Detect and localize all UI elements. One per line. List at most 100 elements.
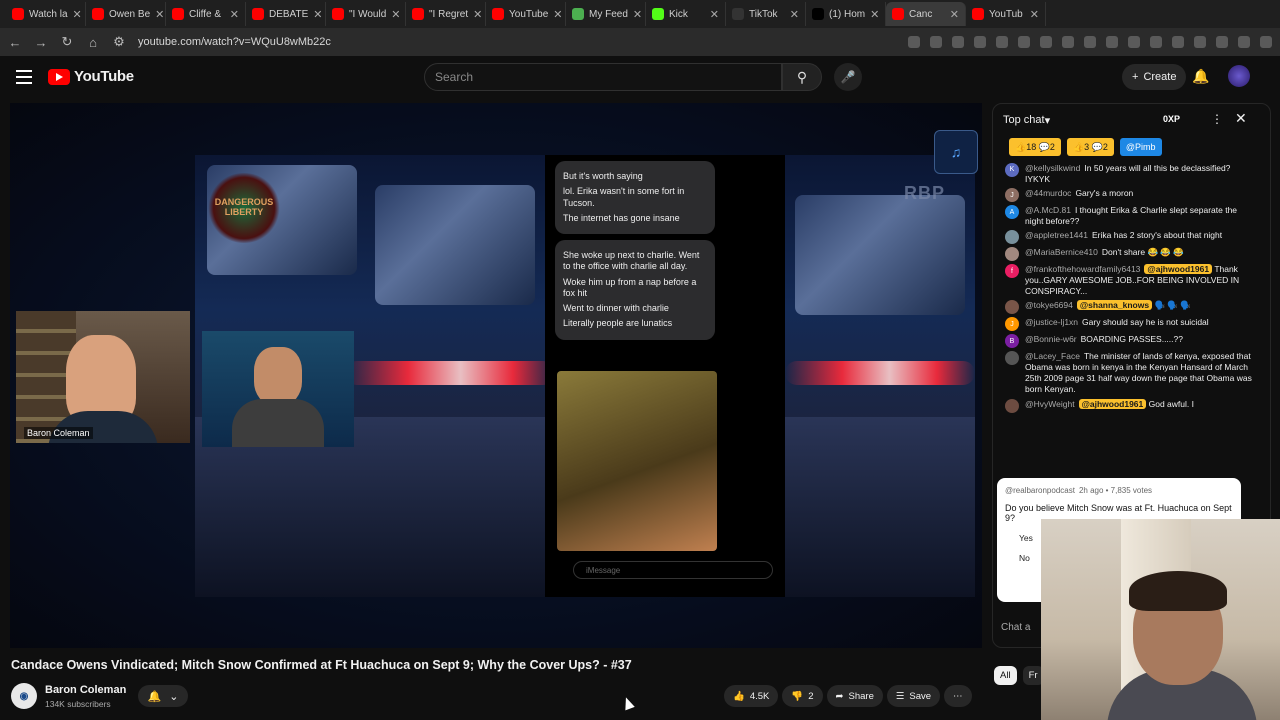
- chat-input[interactable]: Chat a: [1001, 622, 1030, 633]
- pinned-chip[interactable]: 👍3 💬2: [1066, 138, 1114, 156]
- close-tab-icon[interactable]: ✕: [950, 8, 959, 21]
- extension-icon[interactable]: [1194, 36, 1206, 48]
- browser-tab[interactable]: My Feed ✕: [566, 2, 646, 26]
- tab-favicon-icon: [652, 8, 664, 20]
- extension-icon[interactable]: [1062, 36, 1074, 48]
- thumbs-up-icon: 👍: [733, 690, 745, 702]
- chat-username: @MariaBernice410: [1025, 247, 1098, 258]
- chat-message[interactable]: @MariaBernice410 Don't share 😂 😂 😂: [1005, 247, 1257, 262]
- pinned-chip[interactable]: @Pimb: [1119, 138, 1162, 156]
- browser-tab[interactable]: YouTube ✕: [486, 2, 566, 26]
- extension-icon[interactable]: [1260, 36, 1272, 48]
- notifications-icon[interactable]: 🔔: [1192, 68, 1209, 85]
- chat-username: @44murdoc: [1025, 188, 1072, 199]
- browser-tab[interactable]: DEBATE ✕: [246, 2, 326, 26]
- browser-tab[interactable]: (1) Hom ✕: [806, 2, 886, 26]
- extension-icon[interactable]: [974, 36, 986, 48]
- reload-icon[interactable]: ↻: [60, 34, 74, 50]
- chat-message[interactable]: B @Bonnie-w6r BOARDING PASSES.....??: [1005, 334, 1257, 349]
- browser-tab[interactable]: TikTok ✕: [726, 2, 806, 26]
- chat-message[interactable]: @appletree1441 Erika has 2 story's about …: [1005, 230, 1257, 245]
- top-chat-dropdown[interactable]: Top chat: [1003, 114, 1045, 126]
- more-actions-button[interactable]: ⋯: [944, 685, 972, 707]
- browser-tab[interactable]: Owen Be ✕: [86, 2, 166, 26]
- extension-icon[interactable]: [1172, 36, 1184, 48]
- create-button[interactable]: + Create: [1122, 64, 1187, 90]
- chevron-down-icon[interactable]: ▾: [1045, 114, 1051, 127]
- chat-message[interactable]: f @frankofthehowardfamily6413 @ajhwood1961…: [1005, 264, 1257, 297]
- home-icon[interactable]: ⌂: [86, 35, 100, 50]
- close-tab-icon[interactable]: ✕: [790, 8, 799, 21]
- youtube-logo[interactable]: YouTube: [48, 68, 134, 85]
- site-info-icon[interactable]: ⚙: [112, 34, 126, 50]
- search-input[interactable]: Search: [424, 63, 782, 91]
- chat-username: @justice-lj1xn: [1025, 317, 1079, 328]
- filter-all[interactable]: All: [994, 666, 1017, 685]
- chat-message[interactable]: J @justice-lj1xn Gary should say he is not…: [1005, 317, 1257, 332]
- extension-icon[interactable]: [1216, 36, 1228, 48]
- channel-avatar[interactable]: ◉: [11, 683, 37, 709]
- chat-avatar: J: [1005, 317, 1019, 332]
- close-icon[interactable]: ✕: [1235, 110, 1247, 127]
- video-actions: 👍 4.5K 👎 2 ➦ Share ☰ Save ⋯: [724, 685, 972, 707]
- close-tab-icon[interactable]: ✕: [391, 8, 400, 21]
- chat-message[interactable]: @Lacey_Face The minister of lands of keny…: [1005, 351, 1257, 395]
- forward-icon[interactable]: →: [34, 35, 48, 50]
- microphone-icon[interactable]: 🎤: [834, 63, 862, 91]
- close-tab-icon[interactable]: ✕: [870, 8, 879, 21]
- tab-favicon-icon: [972, 8, 984, 20]
- extension-icon[interactable]: [1128, 36, 1140, 48]
- close-tab-icon[interactable]: ✕: [473, 8, 482, 21]
- browser-tab[interactable]: Watch la ✕: [6, 2, 86, 26]
- phone-screenshot: But it's worth saying lol. Erika wasn't …: [545, 155, 785, 597]
- close-tab-icon[interactable]: ✕: [73, 8, 82, 21]
- url-field[interactable]: youtube.com/watch?v=WQuU8wMb22c: [138, 36, 331, 48]
- account-avatar[interactable]: [1228, 65, 1250, 87]
- extension-icon[interactable]: [1018, 36, 1030, 48]
- close-tab-icon[interactable]: ✕: [633, 8, 642, 21]
- close-tab-icon[interactable]: ✕: [155, 8, 164, 21]
- save-button[interactable]: ☰ Save: [886, 685, 941, 707]
- browser-tab[interactable]: "I Would ✕: [326, 2, 406, 26]
- browser-tab[interactable]: Kick ✕: [646, 2, 726, 26]
- video-player[interactable]: DANGEROUS LIBERTY RBP ♫ But it's worth s…: [10, 103, 982, 648]
- chat-message[interactable]: K @kellysilkwind In 50 years will all this…: [1005, 163, 1257, 185]
- extension-icon[interactable]: [1150, 36, 1162, 48]
- chat-message[interactable]: @HvyWeight @ajhwood1961 God awful. I: [1005, 398, 1257, 413]
- mouse-cursor: [621, 695, 635, 711]
- search-icon[interactable]: ⚲: [782, 63, 822, 91]
- extension-icon[interactable]: [1106, 36, 1118, 48]
- extension-icon[interactable]: [1238, 36, 1250, 48]
- close-tab-icon[interactable]: ✕: [313, 8, 322, 21]
- tab-favicon-icon: [572, 8, 584, 20]
- extension-icon[interactable]: [996, 36, 1008, 48]
- browser-tab[interactable]: Cliffe & ✕: [166, 2, 246, 26]
- extension-icon[interactable]: [1040, 36, 1052, 48]
- extension-icon[interactable]: [952, 36, 964, 48]
- subscribed-button[interactable]: 🔔 ⌄: [138, 685, 188, 707]
- menu-icon[interactable]: [16, 70, 32, 84]
- extension-icon[interactable]: [908, 36, 920, 48]
- chat-options-icon[interactable]: ⋮: [1211, 112, 1223, 126]
- chat-text: God awful. I: [1148, 398, 1194, 409]
- red-light-beam: [345, 361, 555, 385]
- share-button[interactable]: ➦ Share: [826, 685, 883, 707]
- close-tab-icon[interactable]: ✕: [230, 8, 239, 21]
- pinned-chip[interactable]: 👍18 💬2: [1009, 138, 1061, 156]
- browser-tab[interactable]: YouTub ✕: [966, 2, 1046, 26]
- chat-message[interactable]: @tokye6694 @shanna_knows 🗣️ 🗣️ 🗣️: [1005, 300, 1257, 315]
- channel-name[interactable]: Baron Coleman: [45, 684, 126, 696]
- tab-favicon-icon: [252, 8, 264, 20]
- back-icon[interactable]: ←: [8, 35, 22, 50]
- like-button[interactable]: 👍 4.5K: [724, 685, 779, 707]
- extension-icon[interactable]: [930, 36, 942, 48]
- browser-tab[interactable]: "I Regret ✕: [406, 2, 486, 26]
- dislike-button[interactable]: 👎 2: [782, 685, 823, 707]
- chat-message[interactable]: J @44murdoc Gary's a moron: [1005, 188, 1257, 203]
- close-tab-icon[interactable]: ✕: [553, 8, 562, 21]
- browser-tab[interactable]: Canc ✕: [886, 2, 966, 26]
- chat-message[interactable]: A @A.McD.81 I thought Erika & Charlie slep…: [1005, 205, 1257, 227]
- close-tab-icon[interactable]: ✕: [710, 8, 719, 21]
- extension-icon[interactable]: [1084, 36, 1096, 48]
- close-tab-icon[interactable]: ✕: [1030, 8, 1039, 21]
